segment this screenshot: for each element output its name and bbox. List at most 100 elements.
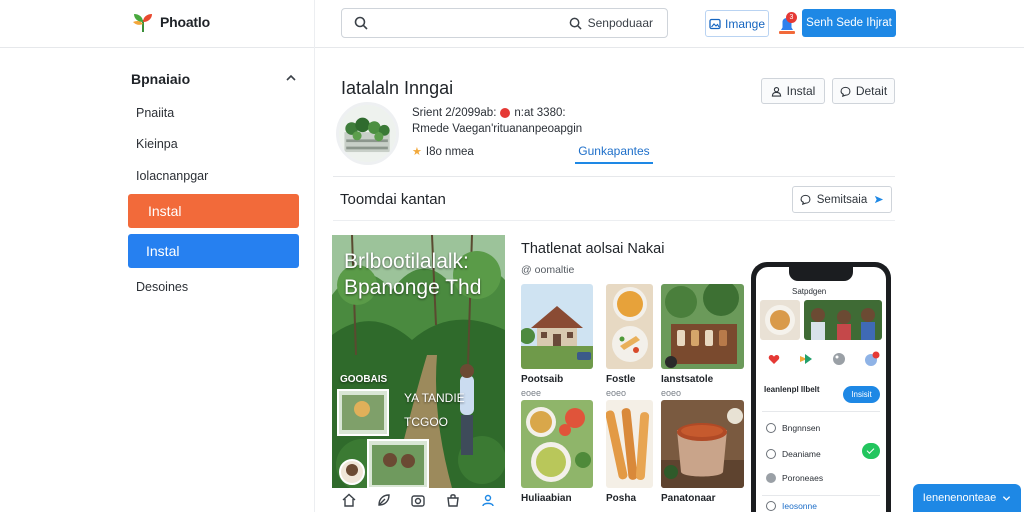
phone-row-button[interactable]: Insisit (843, 386, 880, 403)
send-icon (875, 195, 884, 204)
tile-meta: eoee (521, 388, 542, 398)
search-icon (354, 16, 368, 30)
info-icon (766, 449, 776, 459)
sidebar-item[interactable]: Desoines (136, 280, 188, 294)
sidebar-divider (314, 0, 315, 512)
profile-meta-date: Srient 2/2099ab: (412, 107, 497, 119)
grid-subtitle-text: oomaltie (534, 264, 575, 276)
top-bar: Phoatlo Senpoduaar Imange 3 Senh Sede Ih… (0, 0, 1024, 48)
grid-tile[interactable] (521, 284, 593, 369)
phone-list-item[interactable]: Bngnnsen (766, 423, 820, 433)
sidebar-install-button-orange[interactable]: Instal (128, 194, 299, 228)
phone-mockup: Satpdgen Ieanlenpl Ilbelt Insisit Bngnns… (751, 262, 891, 512)
phone-list-item[interactable]: Ieosonne (766, 501, 817, 511)
search-input[interactable]: Senpoduaar (341, 8, 668, 38)
install-label: Instal (786, 84, 816, 98)
profile-rating-text: I8o nmea (425, 145, 474, 158)
palette-icon[interactable] (832, 352, 846, 366)
grid-tile[interactable] (606, 400, 653, 488)
phone-icon-row (768, 351, 880, 367)
clock-icon (766, 423, 776, 433)
tile-meta: eoeo (661, 388, 682, 398)
featured-poster[interactable]: Brlbootilalalk: Bpanonge Thd GOOBAIS YA … (332, 235, 505, 512)
search-icon (569, 17, 582, 30)
floating-action-button[interactable]: Ienenenonteae (913, 484, 1021, 512)
leaf-logo-icon (133, 14, 152, 32)
clay-pot-image (661, 400, 744, 488)
notification-button[interactable]: 3 (776, 12, 798, 36)
floating-action-label: Ienenenonteae (922, 492, 997, 504)
leaf-icon[interactable] (376, 492, 392, 508)
divider (762, 411, 880, 412)
plants-avatar-image (339, 105, 396, 162)
tile-label: Panatonaar (661, 493, 716, 504)
section-action-button[interactable]: Semitsaia (792, 186, 892, 213)
grid-subtitle: @ oomaltie (521, 264, 574, 276)
install-button[interactable]: Instal (761, 78, 825, 104)
grid-tile[interactable] (606, 284, 653, 369)
sidebar-item[interactable]: Kieinpa (136, 137, 178, 151)
notification-badge: 3 (786, 12, 797, 23)
chat-icon (800, 194, 811, 205)
grid-tile[interactable] (661, 400, 744, 488)
phone-screen: Satpdgen Ieanlenpl Ilbelt Insisit Bngnns… (756, 267, 886, 512)
profile-meta-line2: Rmede Vaegan'rituananpeoapgin (412, 123, 583, 135)
at-icon: @ (521, 264, 532, 276)
tile-label: Huliaabian (521, 493, 572, 504)
tile-label: Ianstsatole (661, 374, 714, 385)
image-icon (709, 18, 721, 29)
profile-meta-line1: Srient 2/2099ab: n:at 3380: (412, 107, 566, 119)
sidebar-item[interactable]: Iolacnanpgar (136, 169, 208, 183)
chevron-up-icon[interactable] (285, 73, 297, 83)
profile-meta-count: n:at 3380: (514, 107, 566, 119)
home-icon[interactable] (341, 492, 357, 508)
tile-label: Pootsaib (521, 374, 564, 385)
logo-text: Phoatlo (160, 14, 210, 30)
sidebar-title[interactable]: Bpnaiaio (131, 71, 190, 87)
phone-row-title: Ieanlenpl Ilbelt (764, 385, 820, 394)
bag-icon[interactable] (445, 492, 461, 508)
profile-avatar[interactable] (336, 102, 399, 165)
poster-caption: GOOBAIS (340, 374, 388, 385)
tab-active[interactable]: Gunkapantes (575, 144, 653, 164)
search-submit[interactable]: Senpoduaar (569, 16, 653, 30)
phone-list-label: Deaniame (782, 449, 821, 459)
phone-list-item[interactable]: Poroneaes (766, 473, 823, 483)
phone-list-label: Bngnnsen (782, 423, 821, 433)
divider (333, 220, 895, 221)
profile-icon[interactable] (480, 492, 496, 508)
grid-tile[interactable] (661, 284, 744, 369)
sidebar-item[interactable]: Pnaiita (136, 106, 174, 120)
phone-toggle[interactable] (862, 443, 880, 459)
poster-caption: TCGOO (404, 415, 448, 429)
bird-icon[interactable] (798, 352, 814, 366)
chat-icon (840, 86, 851, 97)
fried-food-image (606, 400, 653, 488)
phone-list-label: Poroneaes (782, 473, 824, 483)
section-action-label: Semitsaia (816, 193, 868, 206)
primary-action-button[interactable]: Senh Sede Ihjrat (802, 9, 896, 37)
section-title: Toomdai kantan (340, 191, 446, 208)
vegetables-image (521, 400, 593, 488)
phone-header: Satpdgen (792, 287, 827, 296)
app-logo[interactable]: Phoatlo (130, 10, 210, 34)
detail-label: Detait (855, 84, 888, 98)
dot-icon (766, 473, 776, 483)
grid-tile[interactable] (521, 400, 593, 488)
camera-icon[interactable] (410, 492, 426, 508)
globe-icon[interactable] (864, 351, 880, 367)
manage-button[interactable]: Imange (705, 10, 769, 37)
grid-title: Thatlenat aolsai Nakai (521, 241, 665, 257)
phone-notch (789, 267, 853, 281)
heart-icon[interactable] (768, 353, 780, 365)
profile-meta-line3: ★ I8o nmea (412, 145, 474, 159)
market-stall-image (661, 284, 744, 369)
tile-meta: eoeo (606, 388, 627, 398)
detail-button[interactable]: Detait (832, 78, 895, 104)
manage-label: Imange (724, 16, 766, 31)
phone-list-label: Ieosonne (782, 501, 817, 511)
sidebar-install-button-blue[interactable]: Instal (128, 234, 299, 268)
phone-list-item[interactable]: Deaniame (766, 449, 821, 459)
profile-title: Iatalaln Inngai (341, 78, 454, 98)
sidebar: Bpnaiaio Pnaiita Kieinpa Iolacnanpgar In… (0, 49, 314, 512)
